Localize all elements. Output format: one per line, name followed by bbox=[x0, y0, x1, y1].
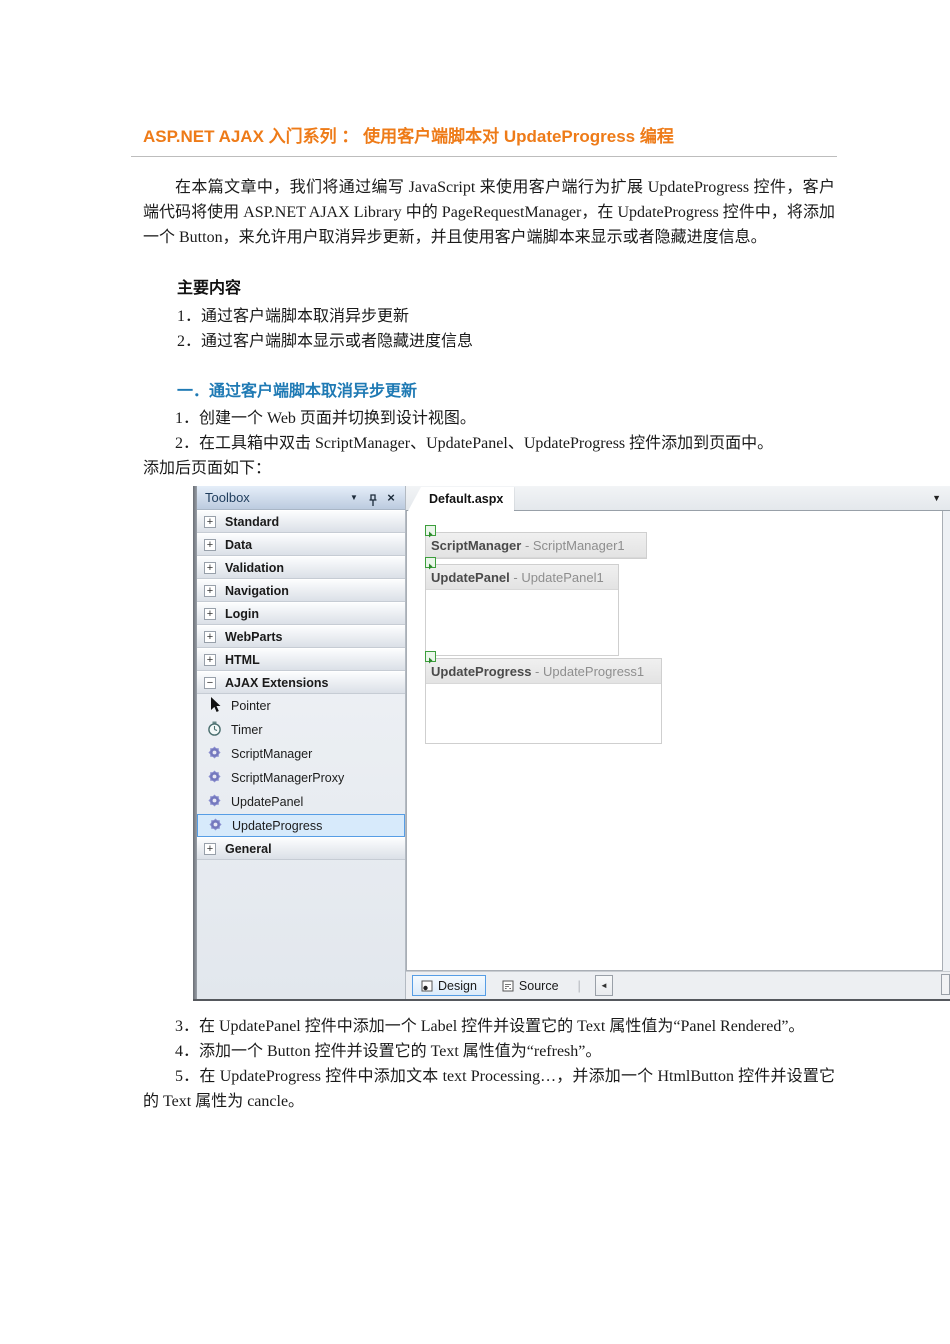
toolbox-item-pointer[interactable]: Pointer bbox=[197, 694, 405, 718]
pointer-icon bbox=[206, 696, 223, 716]
expand-plus-icon[interactable]: + bbox=[204, 842, 216, 855]
control-type-label: ScriptManager bbox=[431, 538, 522, 553]
toolbox-category-general[interactable]: + General bbox=[197, 837, 405, 860]
toolbox-item-label: ScriptManager bbox=[231, 747, 313, 761]
gear-icon bbox=[206, 793, 223, 811]
control-updatepanel[interactable]: UpdatePanel - UpdatePanel1 bbox=[425, 557, 619, 656]
toc-item-2: 2．通过客户端脚本显示或者隐藏进度信息 bbox=[177, 333, 474, 350]
timer-icon bbox=[206, 721, 223, 739]
category-label: General bbox=[225, 841, 272, 856]
control-id-label: - ScriptManager1 bbox=[524, 538, 625, 553]
toolbox-item-scriptmanager[interactable]: ScriptManager bbox=[197, 742, 405, 766]
expand-plus-icon[interactable]: + bbox=[204, 653, 216, 666]
title-divider bbox=[131, 156, 837, 157]
gear-icon bbox=[206, 745, 223, 763]
smart-tag-icon[interactable] bbox=[425, 557, 436, 570]
section-heading: 一．通过客户端脚本取消异步更新 bbox=[177, 383, 418, 400]
expand-plus-icon[interactable]: + bbox=[204, 561, 216, 574]
toolbox-item-scriptmanagerproxy[interactable]: ScriptManagerProxy bbox=[197, 766, 405, 790]
toolbox-category-webparts[interactable]: + WebParts bbox=[197, 625, 405, 648]
expand-plus-icon[interactable]: + bbox=[204, 515, 216, 528]
collapse-minus-icon[interactable]: − bbox=[204, 676, 216, 689]
toolbox-item-updateprogress-selected[interactable]: UpdateProgress bbox=[197, 814, 405, 837]
expand-plus-icon[interactable]: + bbox=[204, 538, 216, 551]
collapse-pane-arrow-icon[interactable]: ◄ bbox=[594, 975, 613, 996]
toolbox-category-navigation[interactable]: + Navigation bbox=[197, 579, 405, 602]
toolbox-category-html[interactable]: + HTML bbox=[197, 648, 405, 671]
design-view-button[interactable]: Design bbox=[412, 975, 486, 996]
category-label: AJAX Extensions bbox=[225, 675, 329, 690]
control-scriptmanager[interactable]: ScriptManager - ScriptManager1 bbox=[425, 525, 647, 559]
design-canvas[interactable]: ScriptManager - ScriptManager1 UpdatePan… bbox=[406, 511, 943, 971]
control-type-label: UpdatePanel bbox=[431, 570, 510, 585]
control-type-label: UpdateProgress bbox=[431, 664, 532, 679]
toolbox-item-label: ScriptManagerProxy bbox=[231, 771, 345, 785]
control-id-label: - UpdatePanel1 bbox=[513, 570, 604, 585]
design-view-icon bbox=[421, 980, 433, 991]
toc-item-1: 1．通过客户端脚本取消异步更新 bbox=[177, 308, 410, 325]
gear-icon bbox=[207, 817, 224, 835]
vs-screenshot: Toolbox ▼ × + Standard + Data + Validati… bbox=[193, 486, 950, 1001]
gear-icon bbox=[206, 769, 223, 787]
toolbox-category-validation[interactable]: + Validation bbox=[197, 556, 405, 579]
source-view-button[interactable]: Source bbox=[493, 975, 568, 996]
control-body[interactable] bbox=[426, 590, 618, 655]
control-id-label: - UpdateProgress1 bbox=[535, 664, 645, 679]
design-view-label: Design bbox=[438, 978, 477, 993]
toolbox-category-ajax-extensions[interactable]: − AJAX Extensions bbox=[197, 671, 405, 694]
control-body[interactable] bbox=[426, 684, 661, 743]
screenshot-caption: 添加后页面如下： bbox=[143, 460, 272, 477]
step-4: 4．添加一个 Button 控件并设置它的 Text 属性值为“refresh”… bbox=[175, 1043, 602, 1060]
toolbox-category-data[interactable]: + Data bbox=[197, 533, 405, 556]
designer-pane: Default.aspx ▼ ScriptManager - ScriptMan… bbox=[406, 486, 950, 999]
category-label: Login bbox=[225, 606, 260, 621]
toolbox-panel: Toolbox ▼ × + Standard + Data + Validati… bbox=[197, 486, 406, 999]
toolbox-category-login[interactable]: + Login bbox=[197, 602, 405, 625]
category-label: Validation bbox=[225, 560, 285, 575]
category-label: WebParts bbox=[225, 629, 283, 644]
category-label: HTML bbox=[225, 652, 260, 667]
toolbox-title: Toolbox bbox=[205, 490, 250, 505]
category-label: Standard bbox=[225, 514, 280, 529]
toolbox-item-label: Pointer bbox=[231, 699, 271, 713]
smart-tag-icon[interactable] bbox=[425, 525, 436, 538]
expand-plus-icon[interactable]: + bbox=[204, 630, 216, 643]
close-icon[interactable]: × bbox=[384, 486, 398, 510]
page-title: ASP.NET AJAX 入门系列 ： 使用客户端脚本对 UpdateProgr… bbox=[143, 127, 674, 146]
source-view-label: Source bbox=[518, 978, 559, 993]
view-switch-bar: Design Source | ◄ bbox=[406, 971, 950, 999]
toolbox-titlebar: Toolbox ▼ × bbox=[197, 486, 405, 510]
toolbox-item-label: UpdateProgress bbox=[232, 818, 323, 833]
toolbox-item-label: UpdatePanel bbox=[231, 795, 304, 809]
toolbox-item-updatepanel[interactable]: UpdatePanel bbox=[197, 790, 405, 814]
toolbox-item-label: Timer bbox=[231, 723, 263, 737]
step-5: 5．在 UpdateProgress 控件中添加文本 text Processi… bbox=[143, 1068, 835, 1110]
window-menu-icon[interactable]: ▼ bbox=[347, 486, 361, 510]
button-separator: | bbox=[577, 978, 581, 993]
category-label: Navigation bbox=[225, 583, 289, 598]
control-updateprogress[interactable]: UpdateProgress - UpdateProgress1 bbox=[425, 651, 662, 744]
intro-paragraph: 在本篇文章中，我们将通过编写 JavaScript 来使用客户端行为扩展 Upd… bbox=[143, 179, 835, 246]
expand-plus-icon[interactable]: + bbox=[204, 584, 216, 597]
expand-plus-icon[interactable]: + bbox=[204, 607, 216, 620]
category-label: Data bbox=[225, 537, 253, 552]
source-view-icon bbox=[502, 980, 514, 991]
document-tabstrip: Default.aspx ▼ bbox=[406, 486, 950, 511]
pin-icon[interactable] bbox=[366, 486, 380, 510]
article: ASP.NET AJAX 入门系列 ： 使用客户端脚本对 UpdateProgr… bbox=[131, 126, 950, 1114]
toolbox-item-timer[interactable]: Timer bbox=[197, 718, 405, 742]
step-3: 3．在 UpdatePanel 控件中添加一个 Label 控件并设置它的 Te… bbox=[175, 1018, 805, 1035]
tab-default-aspx[interactable]: Default.aspx bbox=[408, 487, 515, 511]
step-2: 2．在工具箱中双击 ScriptManager、UpdatePanel、Upda… bbox=[175, 435, 774, 452]
toc-heading: 主要内容 bbox=[177, 280, 242, 297]
step-1: 1．创建一个 Web 页面并切换到设计视图。 bbox=[175, 410, 476, 427]
tab-list-dropdown-icon[interactable]: ▼ bbox=[932, 493, 941, 503]
clipped-button[interactable] bbox=[941, 974, 950, 995]
smart-tag-icon[interactable] bbox=[425, 651, 436, 664]
